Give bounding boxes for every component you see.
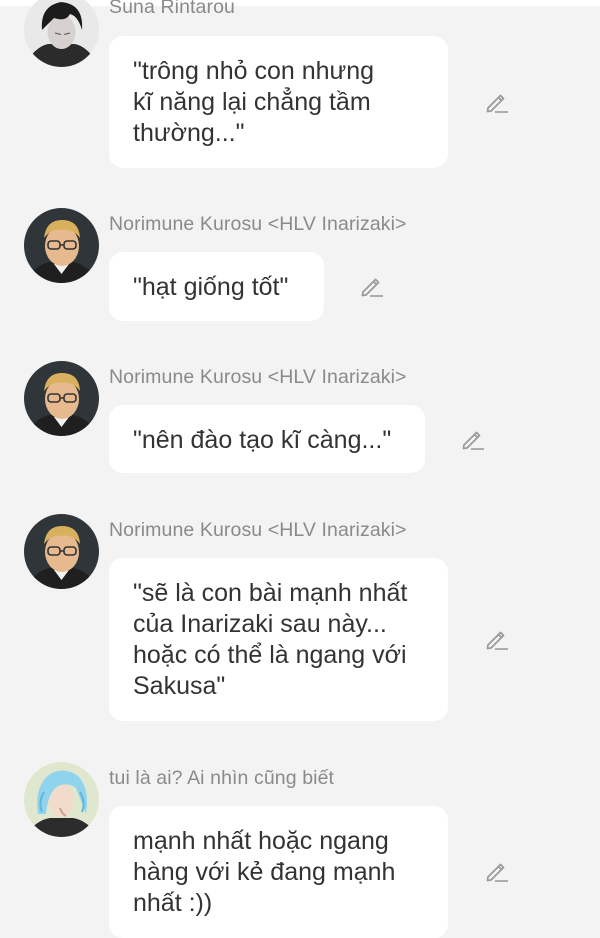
message-bubble: "sẽ là con bài mạnh nhất của Inarizaki s… <box>109 558 448 721</box>
sender-name: Norimune Kurosu <HLV Inarizaki> <box>109 366 407 388</box>
user-avatar[interactable] <box>24 762 99 837</box>
pencil-icon[interactable] <box>484 89 510 115</box>
sender-name: Suna Rintarou <box>109 0 235 18</box>
pencil-icon[interactable] <box>484 858 510 884</box>
message-bubble: "nên đào tạo kĩ càng..." <box>109 405 425 473</box>
message-bubble: "hạt giống tốt" <box>109 252 324 321</box>
suna-avatar[interactable] <box>24 0 99 67</box>
sender-name: Norimune Kurosu <HLV Inarizaki> <box>109 519 407 541</box>
message-bubble: "trông nhỏ con nhưng kĩ năng lại chẳng t… <box>109 36 448 168</box>
pencil-icon[interactable] <box>484 626 510 652</box>
pencil-icon[interactable] <box>359 273 385 299</box>
pencil-icon[interactable] <box>460 426 486 452</box>
kurosu-avatar[interactable] <box>24 514 99 589</box>
kurosu-avatar[interactable] <box>24 208 99 283</box>
message-bubble: mạnh nhất hoặc ngang hàng với kẻ đang mạ… <box>109 806 448 938</box>
sender-name: tui là ai? Ai nhìn cũng biết <box>109 767 335 789</box>
kurosu-avatar[interactable] <box>24 361 99 436</box>
sender-name: Norimune Kurosu <HLV Inarizaki> <box>109 213 407 235</box>
